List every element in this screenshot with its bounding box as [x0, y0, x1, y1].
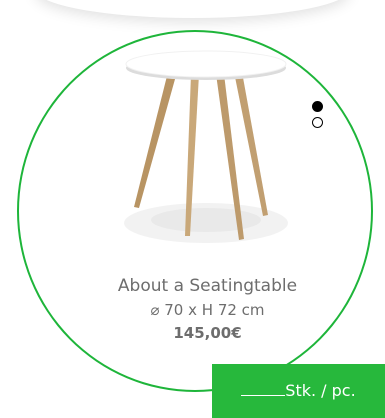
product-image	[124, 50, 288, 243]
quantity-input[interactable]: Stk. / pc.	[212, 364, 385, 418]
carousel-dots	[310, 101, 326, 133]
product-dimensions: ⌀ 70 x H 72 cm	[150, 301, 265, 319]
quantity-unit-label: Stk. / pc.	[285, 381, 356, 400]
product-info: About a Seatingtable ⌀ 70 x H 72 cm 145,…	[70, 274, 345, 344]
product-price: 145,00€	[173, 324, 242, 342]
product-page: About a Seatingtable ⌀ 70 x H 72 cm 145,…	[0, 0, 385, 418]
carousel-dot-2[interactable]	[312, 117, 323, 128]
product-name: About a Seatingtable	[117, 276, 298, 296]
carousel-dot-1[interactable]	[312, 101, 323, 112]
previous-card-edge	[35, 0, 350, 18]
quantity-value[interactable]	[241, 381, 286, 396]
